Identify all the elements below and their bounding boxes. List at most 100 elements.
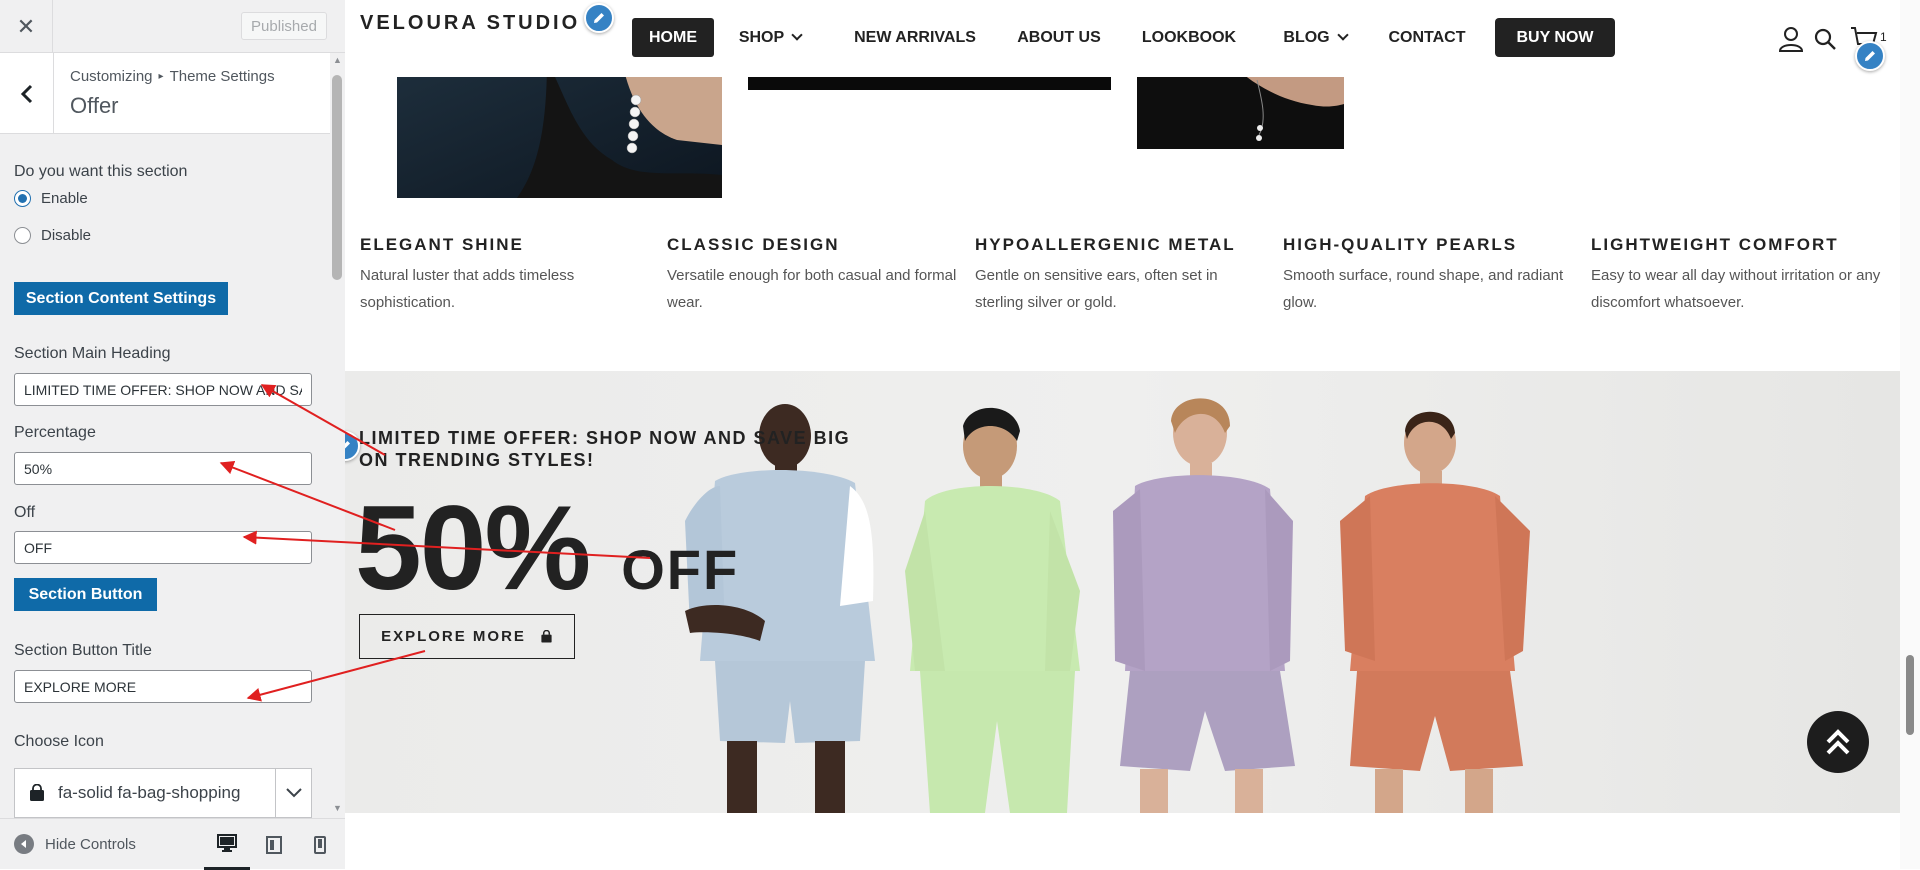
back-button[interactable]: [0, 53, 54, 134]
device-tablet-button[interactable]: [251, 819, 297, 870]
pencil-icon: [594, 13, 604, 23]
section-content-settings-button[interactable]: Section Content Settings: [14, 282, 228, 315]
customizer-footer: Hide Controls: [0, 818, 345, 870]
tablet-icon: [266, 835, 282, 854]
off-input[interactable]: [14, 531, 312, 564]
scrollbar-thumb[interactable]: [332, 75, 342, 280]
chevron-left-icon: [20, 84, 32, 103]
offer-discount: 50% OFF: [355, 479, 739, 617]
nav-lookbook[interactable]: LOOKBOOK: [1141, 18, 1237, 57]
section-controls: Do you want this section Enable Disable …: [0, 134, 330, 818]
nav-shop-label: SHOP: [738, 28, 785, 46]
nav-about-us[interactable]: ABOUT US: [1016, 18, 1102, 57]
radio-enable-label: Enable: [41, 190, 88, 207]
radio-enable-input[interactable]: [14, 190, 31, 207]
feature-desc-3: Gentle on sensitive ears, often set in s…: [975, 267, 1218, 311]
chevron-down-icon: [791, 29, 803, 41]
chevron-down-icon[interactable]: [275, 769, 311, 817]
mobile-icon: [314, 835, 326, 854]
double-chevron-up-icon: [1826, 729, 1850, 755]
model-3: [1113, 398, 1295, 813]
site-preview: VELOURA STUDIO HOME SHOP NEW ARRIVALS AB…: [345, 0, 1920, 869]
choose-icon-label: Choose Icon: [14, 733, 104, 750]
feature-desc-1: Natural luster that adds timeless sophis…: [360, 267, 575, 311]
radio-enable[interactable]: Enable: [14, 190, 88, 207]
nav-blog[interactable]: BLOG: [1279, 18, 1351, 57]
nav-new-arrivals[interactable]: NEW ARRIVALS: [852, 18, 978, 57]
buy-now-button[interactable]: BUY NOW: [1495, 18, 1615, 57]
shopping-bag-icon: [541, 630, 552, 643]
breadcrumb-parent: Theme Settings: [169, 68, 275, 85]
nav-about-us-label: ABOUT US: [1017, 28, 1101, 46]
edit-logo-pencil[interactable]: [584, 3, 614, 33]
collapse-icon: [14, 834, 34, 854]
offer-banner: LIMITED TIME OFFER: SHOP NOW AND SAVE BI…: [345, 371, 1900, 813]
feature-desc-5: Easy to wear all day without irritation …: [1591, 267, 1881, 311]
pencil-icon: [345, 441, 350, 449]
feature-title-2: CLASSIC DESIGN: [667, 235, 840, 254]
model-2: [905, 407, 1080, 813]
customizer-sidebar: ✕ Published Customizing ▸ Theme Settings O…: [0, 0, 345, 870]
back-to-top-button[interactable]: [1807, 711, 1869, 773]
button-title-input[interactable]: [14, 670, 312, 703]
hide-controls-label: Hide Controls: [45, 835, 136, 853]
feature-desc-4: Smooth surface, round shape, and radiant…: [1283, 267, 1564, 311]
user-icon[interactable]: [1777, 25, 1805, 53]
nav-contact-label: CONTACT: [1388, 28, 1466, 46]
shopping-bag-icon: [30, 784, 44, 801]
breadcrumb-root: Customizing: [70, 68, 153, 85]
feature-title-5: LIGHTWEIGHT COMFORT: [1591, 235, 1839, 254]
feature-title-1: ELEGANT SHINE: [360, 235, 524, 254]
site-logo[interactable]: VELOURA STUDIO: [360, 12, 580, 35]
published-button[interactable]: Published: [241, 12, 327, 40]
feature-desc-2: Versatile enough for both casual and for…: [667, 267, 957, 311]
scroll-up-icon[interactable]: ▲: [333, 55, 342, 65]
explore-more-label: EXPLORE MORE: [381, 628, 526, 645]
scroll-down-icon[interactable]: ▼: [333, 803, 342, 813]
feature-title-4: HIGH-QUALITY PEARLS: [1283, 235, 1518, 254]
percentage-input[interactable]: [14, 452, 312, 485]
section-button-button[interactable]: Section Button: [14, 578, 157, 611]
percentage-label: Percentage: [14, 424, 96, 441]
off-label: Off: [14, 504, 36, 521]
nav-blog-label: BLOG: [1283, 28, 1330, 46]
close-icon: ✕: [16, 13, 36, 39]
main-heading-input[interactable]: [14, 373, 312, 406]
icon-select[interactable]: fa-solid fa-bag-shopping: [14, 768, 312, 818]
preview-scrollbar-thumb[interactable]: [1906, 655, 1914, 735]
nav-home-label: HOME: [649, 28, 697, 46]
device-desktop-button[interactable]: [204, 819, 250, 870]
product-image-earring-1: [397, 60, 722, 198]
search-icon[interactable]: [1813, 27, 1837, 51]
nav-shop[interactable]: SHOP: [734, 18, 806, 57]
enable-question-label: Do you want this section: [14, 163, 188, 180]
cart-count: 1: [1880, 30, 1887, 44]
desktop-icon: [217, 834, 237, 852]
main-heading-label: Section Main Heading: [14, 345, 171, 362]
icon-select-value: fa-solid fa-bag-shopping: [58, 783, 241, 802]
offer-heading: LIMITED TIME OFFER: SHOP NOW AND SAVE BI…: [359, 428, 851, 470]
customizer-top-bar: ✕ Published: [0, 0, 345, 53]
radio-disable-label: Disable: [41, 227, 92, 244]
breadcrumb: Customizing ▸ Theme Settings: [70, 68, 275, 85]
nav-home[interactable]: HOME: [632, 18, 714, 57]
preview-scrollbar[interactable]: [1900, 0, 1920, 869]
device-mobile-button[interactable]: [297, 819, 343, 870]
radio-disable[interactable]: Disable: [14, 227, 91, 244]
site-header: VELOURA STUDIO HOME SHOP NEW ARRIVALS AB…: [345, 0, 1900, 77]
hide-controls-button[interactable]: Hide Controls: [14, 834, 136, 854]
nav-lookbook-label: LOOKBOOK: [1141, 28, 1237, 46]
edit-header-icons-pencil[interactable]: [1855, 41, 1885, 71]
radio-disable-input[interactable]: [14, 227, 31, 244]
model-4: [1340, 411, 1530, 813]
breadcrumb-separator: ▸: [158, 71, 164, 82]
button-title-label: Section Button Title: [14, 642, 152, 659]
nav-contact[interactable]: CONTACT: [1387, 18, 1467, 57]
pencil-icon: [1865, 51, 1875, 61]
close-customizer-button[interactable]: ✕: [0, 0, 53, 53]
chevron-down-icon: [1336, 29, 1349, 41]
sidebar-scrollbar[interactable]: ▲ ▼: [330, 53, 345, 818]
feature-title-3: HYPOALLERGENIC METAL: [975, 235, 1236, 254]
explore-more-button[interactable]: EXPLORE MORE: [359, 614, 575, 659]
section-header: Customizing ▸ Theme Settings Offer: [0, 53, 330, 134]
